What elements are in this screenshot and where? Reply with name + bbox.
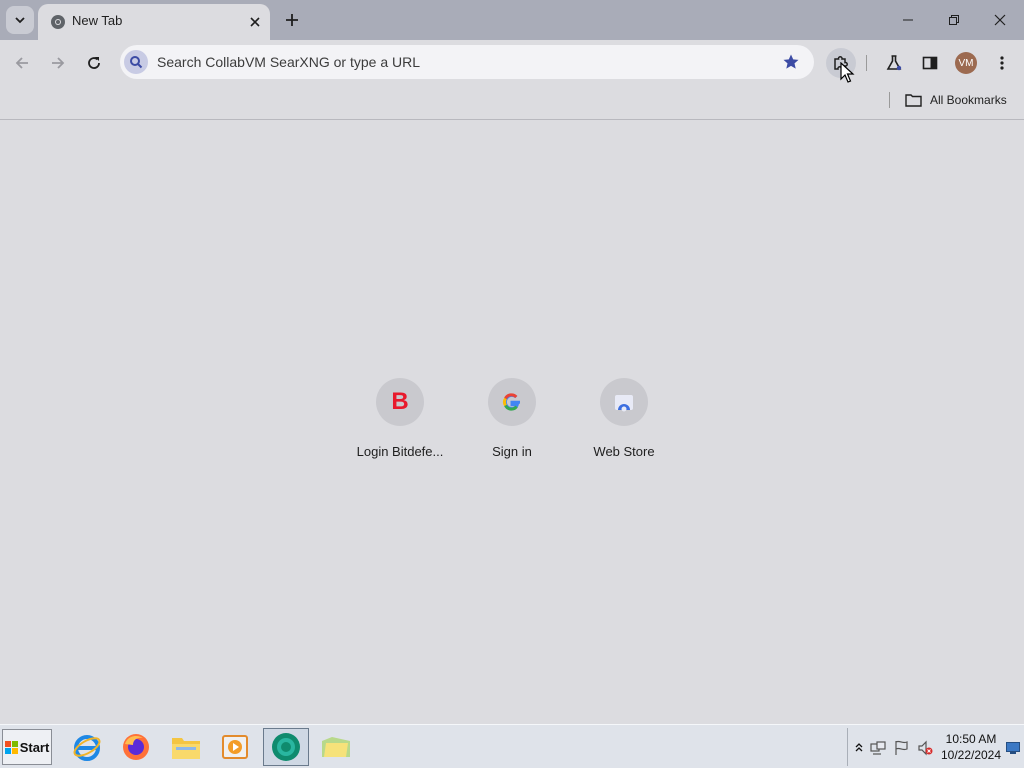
shortcut-tile: B	[376, 378, 424, 426]
reload-icon	[88, 57, 100, 69]
side-panel-button[interactable]	[917, 50, 943, 76]
all-bookmarks-button[interactable]: All Bookmarks	[905, 90, 1007, 110]
restore-icon	[949, 15, 959, 25]
side-panel-icon	[922, 56, 938, 70]
minimize-button[interactable]	[886, 4, 930, 36]
taskbar-app-media-player[interactable]	[212, 728, 258, 766]
taskbar-app-firefox[interactable]	[113, 728, 159, 766]
chrome-web-store-icon	[615, 395, 633, 412]
tab-close-button[interactable]	[246, 13, 264, 31]
address-bar-placeholder: Search CollabVM SearXNG or type a URL	[157, 54, 420, 70]
media-player-icon	[222, 735, 248, 759]
flag-icon	[895, 740, 908, 755]
desktop-folder-icon	[322, 737, 350, 757]
arrow-right-icon	[52, 57, 65, 69]
tab-title: New Tab	[72, 13, 123, 28]
folder-icon	[905, 94, 922, 107]
chevron-down-icon	[15, 17, 25, 24]
close-icon	[250, 17, 260, 27]
bookmark-star-icon[interactable]	[782, 53, 800, 71]
taskbar-clock[interactable]: 10:50 AM 10/22/2024	[940, 731, 1002, 763]
shortcut-sign-in[interactable]: Sign in	[456, 378, 568, 468]
shortcut-web-store[interactable]: Web Store	[568, 378, 680, 468]
kebab-menu-icon	[1000, 56, 1004, 70]
show-desktop-button[interactable]	[1005, 740, 1021, 756]
chevron-up-icon	[855, 743, 863, 752]
address-bar[interactable]: Search CollabVM SearXNG or type a URL	[120, 45, 814, 79]
shortcut-label: Login Bitdefe...	[356, 444, 444, 459]
clock-time: 10:50 AM	[945, 732, 997, 746]
file-explorer-icon	[172, 738, 200, 759]
bitdefender-icon: B	[391, 388, 409, 415]
clock-date: 10/22/2024	[940, 748, 1002, 762]
windows-logo-icon	[4, 740, 18, 754]
network-icon	[870, 741, 886, 755]
show-desktop-icon	[1006, 742, 1020, 754]
shortcut-tile	[600, 378, 648, 426]
chrome-menu-button[interactable]	[989, 50, 1015, 76]
volume-muted-icon	[918, 740, 933, 756]
reload-button[interactable]	[79, 48, 109, 78]
plus-icon	[286, 14, 298, 26]
back-button[interactable]	[7, 48, 37, 78]
taskbar-app-internet-explorer[interactable]	[64, 728, 110, 766]
chrome-browser-icon	[272, 733, 300, 761]
network-tray-icon[interactable]	[870, 740, 886, 756]
toolbar: Search CollabVM SearXNG or type a URL VM	[0, 40, 1024, 86]
minimize-icon	[903, 19, 913, 21]
new-tab-button[interactable]	[280, 8, 304, 32]
show-hidden-icons-button[interactable]	[851, 740, 867, 756]
flask-icon	[886, 55, 902, 71]
restore-button[interactable]	[932, 4, 976, 36]
taskbar-app-desktop-folder[interactable]	[313, 728, 359, 766]
shortcut-label: Sign in	[492, 444, 532, 459]
start-label: Start	[19, 739, 50, 755]
bookmarks-bar: All Bookmarks	[0, 86, 1024, 120]
internet-explorer-icon	[73, 735, 101, 761]
tab-new-tab[interactable]: New Tab	[38, 4, 270, 40]
system-tray: 10:50 AM 10/22/2024	[847, 728, 1024, 766]
start-button[interactable]: Start	[2, 729, 52, 765]
chrome-labs-button[interactable]	[881, 50, 907, 76]
all-bookmarks-label: All Bookmarks	[930, 93, 1007, 107]
close-icon	[994, 14, 1006, 26]
close-window-button[interactable]	[978, 4, 1022, 36]
bookmarks-separator	[889, 92, 890, 108]
shortcut-tile	[488, 378, 536, 426]
profile-avatar[interactable]: VM	[955, 52, 977, 74]
search-engine-icon	[124, 50, 148, 74]
forward-button[interactable]	[43, 48, 73, 78]
action-center-tray-icon[interactable]	[893, 740, 909, 756]
shortcut-label: Web Store	[593, 444, 655, 459]
mouse-cursor-icon	[840, 62, 855, 83]
arrow-left-icon	[15, 57, 28, 69]
taskbar-app-file-explorer[interactable]	[163, 728, 209, 766]
volume-tray-icon[interactable]	[917, 740, 933, 756]
tab-search-button[interactable]	[6, 6, 34, 34]
shortcut-login-bitdefender[interactable]: B Login Bitdefe...	[344, 378, 456, 468]
firefox-icon	[123, 734, 149, 760]
taskbar: Start 10:50 AM 10/22/2024	[0, 724, 1024, 768]
google-icon	[503, 393, 520, 411]
toolbar-separator	[866, 55, 867, 71]
chrome-favicon-icon	[51, 15, 65, 29]
taskbar-app-chrome[interactable]	[263, 728, 309, 766]
tab-strip: New Tab	[0, 0, 1024, 40]
